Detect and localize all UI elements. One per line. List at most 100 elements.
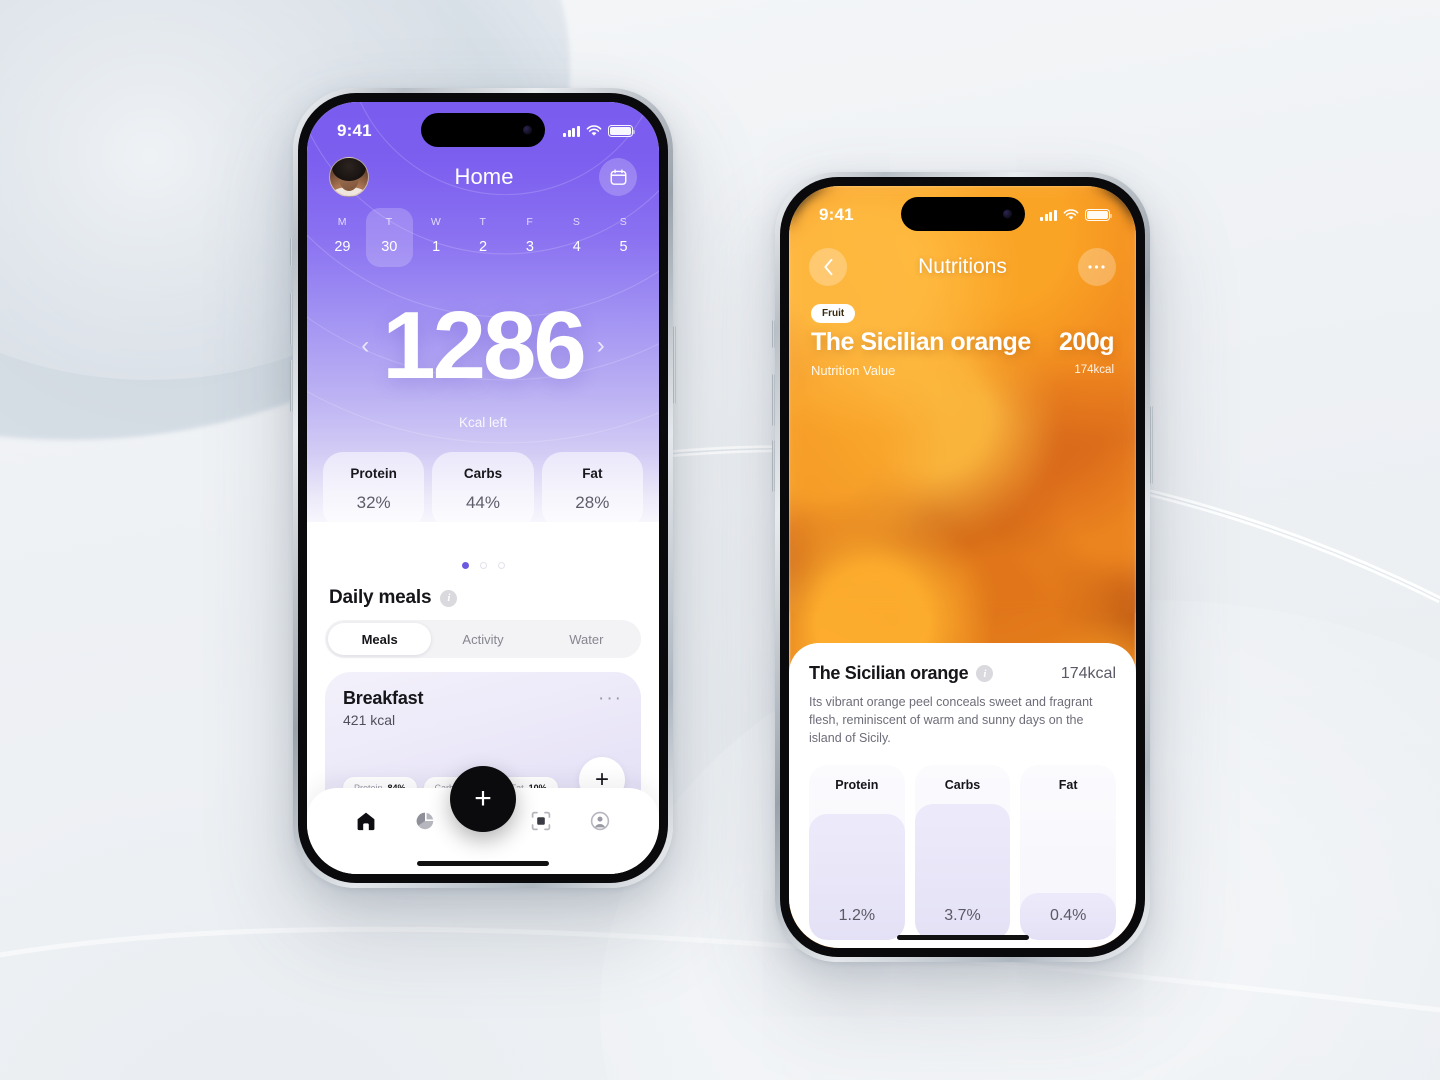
background-scene [0, 0, 1440, 1080]
macro-bar-label: Carbs [944, 778, 981, 793]
home-nav-bar: Home [307, 154, 659, 200]
macro-card-fat[interactable]: Fat 28% [541, 452, 643, 529]
more-options-button[interactable] [1077, 248, 1116, 286]
calendar-icon [610, 168, 626, 185]
food-weight-kcal: 174kcal [1074, 364, 1114, 376]
week-day-letter: T [385, 216, 393, 228]
sheet-kcal: 174kcal [1060, 664, 1116, 682]
mute-switch[interactable] [772, 320, 775, 348]
power-button[interactable] [1150, 406, 1153, 484]
home-indicator[interactable] [896, 935, 1029, 940]
pager-dot[interactable] [479, 562, 487, 569]
wifi-icon [586, 125, 602, 136]
battery-full-icon [608, 125, 636, 137]
macro-value: 44% [465, 493, 500, 512]
cellular-bars-icon [1040, 209, 1057, 221]
macro-bar-carbs[interactable]: Carbs 3.7% [914, 765, 1011, 941]
scan-icon [532, 811, 551, 831]
week-day-0[interactable]: M 29 [319, 208, 366, 267]
macro-label: Carbs [463, 466, 503, 481]
tab-meals[interactable]: Meals [328, 623, 432, 655]
macro-bar-protein[interactable]: Protein 1.2% [809, 765, 905, 941]
food-name: The Sicilian orange [811, 328, 1031, 356]
chevron-left-icon [823, 258, 832, 276]
power-button[interactable] [673, 326, 676, 404]
nutrition-nav-bar: Nutritions [789, 246, 1136, 288]
macro-bar-label: Fat [1058, 778, 1078, 793]
daily-meals-header: Daily meals i [329, 587, 458, 609]
calorie-caption: Kcal left [458, 415, 508, 430]
week-day-3[interactable]: T 2 [460, 208, 507, 267]
calendar-button[interactable] [599, 158, 637, 196]
macro-summary-row: Protein 32% Carbs 44% Fat 28% [323, 452, 643, 529]
volume-down-button[interactable] [772, 440, 775, 492]
pager-dot-active[interactable] [461, 562, 469, 569]
week-day-letter: W [430, 216, 442, 228]
meal-name: Breakfast [343, 688, 424, 708]
home-indicator[interactable] [417, 861, 549, 866]
tab-water[interactable]: Water [535, 623, 638, 655]
profile-icon [590, 811, 609, 831]
status-indicators [1040, 209, 1113, 221]
meal-card-header: Breakfast 421 kcal ··· [343, 688, 623, 728]
next-day-arrow[interactable]: › [586, 334, 616, 358]
week-day-letter: T [479, 216, 487, 228]
wifi-icon [1063, 209, 1079, 220]
week-day-4[interactable]: F 3 [506, 208, 553, 267]
week-day-6[interactable]: S 5 [600, 208, 647, 267]
tab-activity[interactable]: Activity [431, 623, 534, 655]
calorie-counter: ‹ 1286 › [307, 298, 659, 394]
nav-profile-button[interactable] [585, 810, 615, 832]
volume-down-button[interactable] [290, 360, 293, 412]
pie-chart-icon [416, 812, 433, 830]
sheet-description: Its vibrant orange peel conceals sweet a… [809, 695, 1093, 746]
macro-bar-value: 0.4% [1049, 907, 1087, 925]
week-day-letter: S [572, 216, 581, 228]
week-day-number: 5 [619, 239, 628, 255]
phone-nutrition-device: 9:41 Nutritions Fruit The Sicilian orang… [772, 172, 1153, 962]
macro-label: Fat [582, 466, 603, 481]
previous-day-arrow[interactable]: ‹ [350, 334, 380, 358]
macro-card-carbs[interactable]: Carbs 44% [432, 452, 534, 529]
avatar[interactable] [329, 157, 369, 197]
week-day-2[interactable]: W 1 [413, 208, 460, 267]
meal-kcal: 421 kcal [343, 712, 396, 728]
dynamic-island [421, 113, 545, 147]
volume-up-button[interactable] [290, 293, 293, 345]
macro-value: 32% [356, 493, 391, 512]
carousel-pager [307, 562, 659, 569]
nav-scan-button[interactable] [526, 810, 556, 832]
cellular-bars-icon [563, 125, 580, 137]
week-day-number: 4 [572, 239, 581, 255]
macro-card-protein[interactable]: Protein 32% [323, 452, 425, 529]
mute-switch[interactable] [290, 238, 293, 266]
nutrition-detail-sheet: The Sicilian orange i 174kcal Its vibran… [789, 643, 1136, 948]
volume-up-button[interactable] [772, 374, 775, 426]
week-day-letter: F [526, 216, 534, 228]
back-button[interactable] [809, 248, 847, 286]
phone-bezel: 9:41 Home M 29 T 30 W 1 T 2 F 3 S 4 S 5 … [298, 93, 668, 883]
meal-more-button[interactable]: ··· [598, 688, 623, 708]
meal-type-tabs: Meals Activity Water [325, 620, 641, 658]
week-day-1[interactable]: T 30 [365, 208, 413, 267]
week-day-5[interactable]: S 4 [553, 208, 600, 267]
food-hero-left: The Sicilian orange Nutrition Value [811, 328, 1031, 378]
week-day-number: 3 [525, 239, 534, 255]
nav-home-button[interactable] [351, 810, 381, 832]
dynamic-island [900, 197, 1025, 231]
battery-full-icon [1085, 209, 1113, 221]
nav-stats-button[interactable] [410, 810, 440, 832]
status-time: 9:41 [337, 121, 372, 140]
info-icon[interactable]: i [440, 589, 458, 607]
macro-bar-chart: Protein 1.2% Carbs 3.7% Fat 0.4% [809, 765, 1117, 941]
add-entry-fab[interactable]: + [450, 766, 516, 832]
calorie-value: 1286 [382, 292, 587, 399]
week-day-number: 2 [478, 239, 488, 255]
front-camera-icon [523, 125, 532, 135]
info-icon[interactable]: i [976, 665, 994, 682]
week-day-number: 1 [432, 239, 441, 255]
pager-dot[interactable] [497, 562, 505, 569]
macro-value: 28% [575, 493, 610, 512]
macro-bar-fat[interactable]: Fat 0.4% [1020, 765, 1117, 941]
week-day-letter: S [619, 216, 628, 228]
